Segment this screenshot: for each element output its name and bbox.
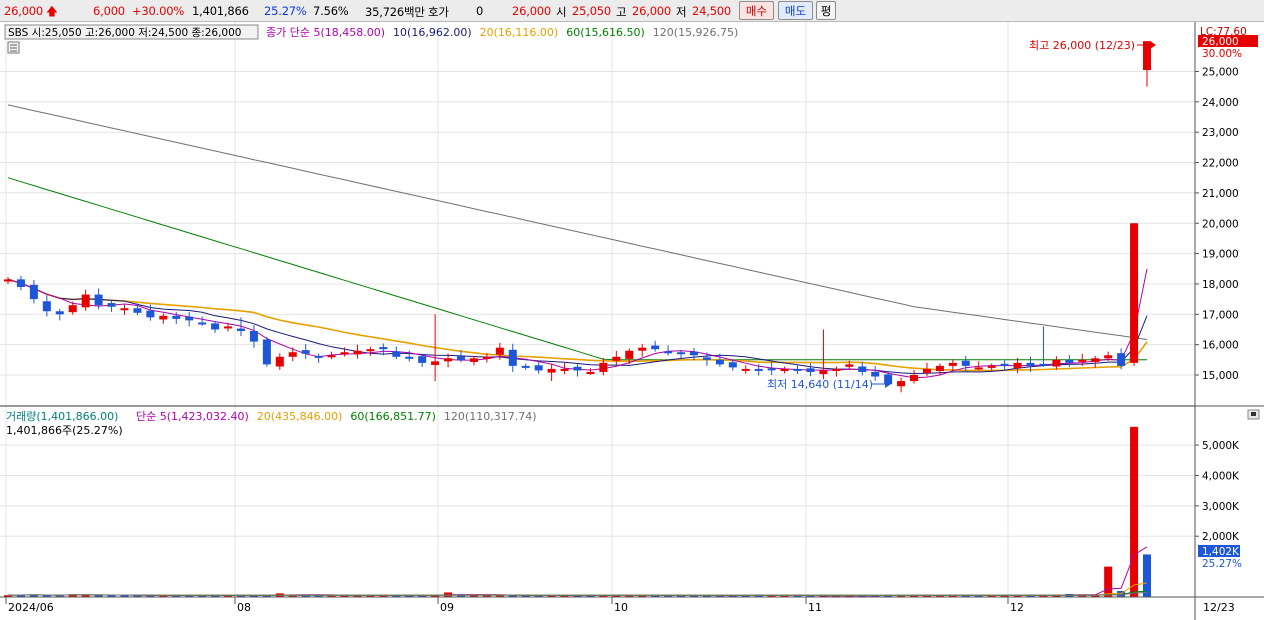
volume-bar — [1104, 566, 1113, 597]
price-tick-label: 19,000 — [1202, 249, 1239, 261]
current-volume-rate: 25.27% — [1202, 558, 1242, 570]
volume-ma-legend: 단순 5(1,423,032.40) 20(435,846.00) 60(166,8… — [136, 410, 536, 423]
hoga-price: 26,000 — [512, 4, 552, 18]
x-tick-label: 08 — [237, 601, 251, 614]
stock-chart: 15,000 16,000 17,000 18,000 19,000 20,000 21,0… — [0, 22, 1264, 620]
volume-value: 1,401,866 — [192, 4, 249, 18]
turnover-rate: 7.56% — [313, 4, 349, 18]
volume-tick-label: 2,000K — [1202, 531, 1240, 543]
legend-item: 종가 단순 5(18,458.00) — [266, 26, 385, 39]
high-annotation: 최고 26,000 (12/23) — [1029, 39, 1135, 52]
volume-ratio: 25.27% — [264, 4, 307, 18]
volume-bar — [1142, 554, 1152, 597]
high-value: 26,000 — [632, 4, 672, 18]
chart-info-text: SBS 시:25,050 고:26,000 저:24,500 종:26,000 — [8, 27, 241, 39]
volume-bar — [1130, 426, 1139, 597]
legend-item: 60(15,616.50) — [566, 26, 645, 39]
change-rate: +30.00% — [132, 4, 185, 18]
volume-tick-label: 3,000K — [1202, 501, 1240, 513]
price-tick-label: 17,000 — [1202, 309, 1239, 321]
panel-resize-icon[interactable] — [1247, 409, 1260, 420]
price-tick-label: 15,000 — [1202, 370, 1239, 382]
current-volume-badge-text: 1,402K — [1202, 546, 1240, 558]
legend-item: 20(435,846.00) — [257, 410, 343, 423]
x-tick-label: 10 — [614, 601, 628, 614]
price-tick-label: 23,000 — [1202, 127, 1239, 139]
avg-price-button[interactable]: 평 — [816, 1, 836, 20]
price-tick-label: 21,000 — [1202, 188, 1239, 200]
menu-icon[interactable] — [7, 41, 20, 54]
low-label: 저 — [676, 5, 687, 19]
price-tick-label: 16,000 — [1202, 340, 1239, 352]
hoga-value: 0 — [476, 4, 484, 18]
legend-item: 60(166,851.77) — [350, 410, 436, 423]
low-value: 24,500 — [692, 4, 732, 18]
low-annotation: 최저 14,640 (11/14) — [767, 378, 873, 391]
current-price-badge-text: 26,000 — [1202, 36, 1239, 48]
open-label: 시 — [556, 5, 567, 19]
high-label: 고 — [616, 5, 627, 19]
volume-tick-label: 4,000K — [1202, 470, 1240, 482]
legend-item: 120(110,317.74) — [444, 410, 537, 423]
hoga-label: 호가 — [428, 5, 449, 19]
legend-item: 120(15,926.75) — [653, 26, 739, 39]
price-tick-label: 24,000 — [1202, 97, 1239, 109]
quote-bar: 26,000 🡅 6,000 +30.00% 1,401,866 25.27% 7… — [0, 0, 1264, 22]
sell-button[interactable]: 매도 — [778, 1, 813, 20]
open-value: 25,050 — [572, 4, 612, 18]
current-rate-badge: 30.00% — [1202, 48, 1242, 60]
legend-item: 20(16,116.00) — [480, 26, 559, 39]
x-tick-label: 09 — [440, 601, 454, 614]
legend-item: 단순 5(1,423,032.40) — [136, 410, 249, 423]
buy-button[interactable]: 매수 — [739, 1, 774, 20]
price-change: 6,000 — [93, 4, 125, 18]
price-tick-label: 22,000 — [1202, 158, 1239, 170]
up-arrow-icon: 🡅 — [46, 4, 58, 18]
price-tick-label: 18,000 — [1202, 279, 1239, 291]
candle — [1130, 223, 1139, 366]
price-tick-label: 20,000 — [1202, 218, 1239, 230]
x-tick-label: 2024/06 — [8, 601, 54, 614]
price-tick-label: 25,000 — [1202, 67, 1239, 79]
price-ma-legend: 종가 단순 5(18,458.00) 10(16,962.00) 20(16,116… — [266, 26, 738, 39]
legend-item: 10(16,962.00) — [393, 26, 472, 39]
current-price: 26,000 🡅 — [4, 4, 58, 23]
trade-amount: 35,726백만 — [365, 5, 425, 19]
x-tick-label: 12 — [1010, 601, 1024, 614]
volume-tick-label: 5,000K — [1202, 440, 1240, 452]
x-tick-label: 11 — [808, 601, 822, 614]
x-axis-end-label: 12/23 — [1203, 601, 1235, 614]
volume-info-line: 1,401,866주(25.27%) — [6, 424, 123, 437]
volume-legend-label: 거래량(1,401,866.00) — [6, 410, 118, 423]
candle — [262, 337, 271, 367]
